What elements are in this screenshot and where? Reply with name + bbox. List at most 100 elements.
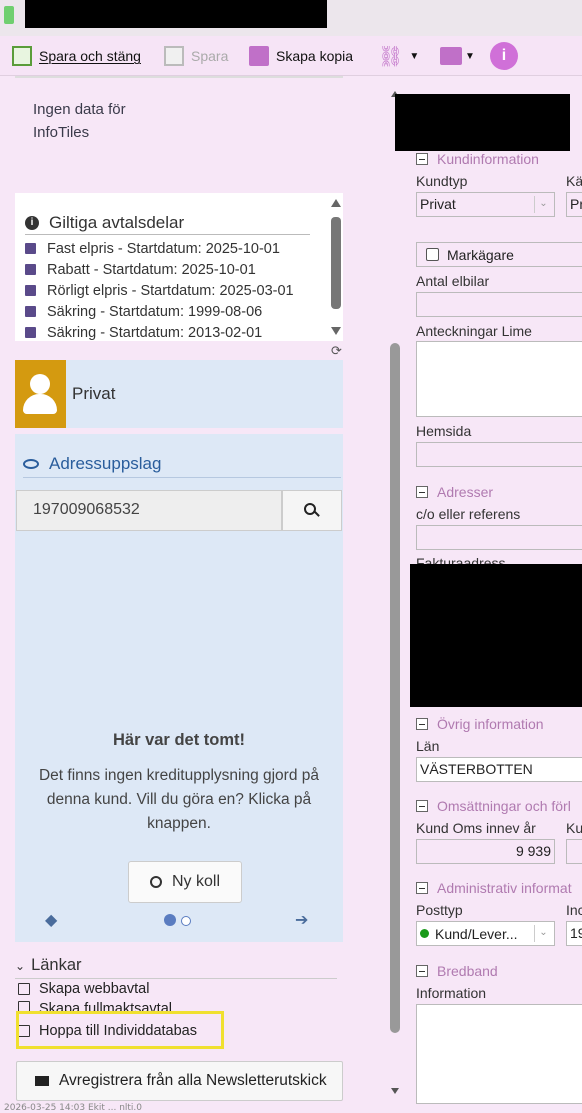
refresh-icon[interactable]: ⟳ [331,344,342,359]
kundtyp-select[interactable]: Privat ⌄ [416,192,555,217]
scroll-thumb[interactable] [390,343,400,1033]
search-icon-handle [314,511,320,517]
info-button[interactable]: i [490,42,518,70]
section-title: Kundinformation [437,151,539,167]
avtal-item[interactable]: Säkring - Startdatum: 1999-08-06 [25,301,294,322]
kal-select[interactable]: Pr [566,192,582,217]
chevron-down-icon: ▼ [409,50,420,62]
avtal-item[interactable]: Säkring - Startdatum: 2013-02-01 [25,322,294,343]
status-text: 2026-03-25 14:03 Ekit ... nlti.0 [4,1103,143,1113]
posttyp-select[interactable]: Kund/Lever... ⌄ [416,921,555,946]
avtal-title: i Giltiga avtalsdelar [25,213,184,233]
antal-elbilar-input[interactable] [416,292,582,317]
newsletter-unsubscribe-button[interactable]: Avregistrera från alla Newsletterutskick [16,1061,343,1101]
ny-koll-label: Ny koll [171,873,220,890]
adress-title: Adressuppslag [23,454,161,474]
avtal-title-text: Giltiga avtalsdelar [49,213,185,232]
kund-oms-input[interactable]: 9 939 [416,839,555,864]
lankar-title[interactable]: ⌄ Länkar [15,956,82,975]
carousel-dot[interactable] [181,916,192,926]
eye-icon [23,459,39,469]
section-bredband[interactable]: Bredband [416,963,498,979]
avtal-item-label: Säkring - Startdatum: 2013-02-01 [47,324,263,341]
antal-elbilar-label: Antal elbilar [416,273,490,289]
redacted-area [410,564,582,707]
left-panel: Ingen data för InfoTiles i Giltiga avtal… [15,76,343,1113]
next-arrow-icon[interactable]: ➔ [295,910,308,929]
collapse-icon [416,965,428,977]
carousel-dot-active[interactable] [164,914,176,926]
lankar-title-text: Länkar [31,956,82,974]
save-icon [12,46,32,66]
document-icon [25,327,36,338]
title-bar [0,0,582,36]
avtal-item[interactable]: Fast elpris - Startdatum: 2025-10-01 [25,238,294,259]
empty-text: Det finns ingen kreditupplysning gjord p… [38,767,320,832]
search-button[interactable] [282,490,342,531]
scroll-up-icon[interactable] [331,199,341,207]
collapse-icon [416,882,428,894]
markagare-checkbox-row[interactable]: Markägare [416,242,582,267]
ku-input[interactable] [566,839,582,864]
link-label: Skapa webbavtal [39,981,150,997]
outlook-icon [440,47,462,65]
kund-oms-label: Kund Oms innev år [416,820,536,836]
avtal-item[interactable]: Rabatt - Startdatum: 2025-10-01 [25,259,294,280]
ny-koll-button[interactable]: Ny koll [128,861,242,903]
envelope-icon [35,1076,49,1086]
co-label: c/o eller referens [416,506,521,522]
avtal-item[interactable]: Rörligt elpris - Startdatum: 2025-03-01 [25,280,294,301]
lan-value: VÄSTERBOTTEN [420,761,533,777]
information-textarea[interactable] [416,1004,582,1104]
avtal-item-label: Rabatt - Startdatum: 2025-10-01 [47,261,256,278]
anteckningar-textarea[interactable] [416,341,582,417]
scroll-down-icon[interactable] [331,327,341,335]
link-dropdown-button[interactable]: ⛓ ▼ [378,44,419,68]
fakturaadress-label: Fakturaadress [416,555,506,564]
document-icon [25,264,36,275]
save-button[interactable]: Spara [164,44,228,68]
external-link-icon [18,983,30,995]
co-input[interactable] [416,525,582,550]
avatar [15,360,66,428]
divider [25,234,310,235]
section-kundinformation[interactable]: Kundinformation [416,151,539,167]
status-bar: 2026-03-25 14:03 Ekit ... nlti.0 [0,1103,582,1113]
search-input[interactable]: 197009068532 [16,490,282,531]
adress-title-text: Adressuppslag [49,454,162,473]
outlook-dropdown-button[interactable]: ▼ [440,44,475,68]
copy-icon [249,46,269,66]
link-icon: ⛓ [378,45,404,68]
section-administrativ[interactable]: Administrativ informat [416,880,572,896]
copy-button[interactable]: Skapa kopia [249,44,353,68]
chevron-down-icon: ⌄ [534,196,552,213]
info-icon: i [490,42,518,70]
scroll-down-icon[interactable] [391,1088,399,1094]
avtal-item-label: Fast elpris - Startdatum: 2025-10-01 [47,240,280,257]
section-omsattningar[interactable]: Omsättningar och förl [416,798,571,814]
redacted-title [25,0,327,28]
save-close-button[interactable]: Spara och stäng [12,44,141,68]
person-icon-body [23,394,57,414]
avtal-scrollbar[interactable] [329,199,343,339]
ind-label: Inc [566,902,582,918]
prev-arrow-icon[interactable]: ◆ [45,910,57,929]
lan-input[interactable]: VÄSTERBOTTEN [416,757,582,782]
document-icon [25,243,36,254]
main-scrollbar[interactable] [388,88,402,1102]
hemsida-input[interactable] [416,442,582,467]
kundtyp-value: Privat [420,196,456,212]
adress-panel: Adressuppslag 197009068532 Här var det t… [15,434,343,942]
section-ovrig[interactable]: Övrig information [416,716,544,732]
ind-input[interactable]: 19 [566,921,582,946]
avtal-panel: i Giltiga avtalsdelar Fast elpris - Star… [15,193,343,341]
save-label: Spara [191,48,229,64]
link-skapa-webbavtal[interactable]: Skapa webbavtal [18,981,149,997]
lan-label: Län [416,738,440,754]
section-adresser[interactable]: Adresser [416,484,493,500]
divider [23,477,341,478]
checkbox-icon[interactable] [426,248,439,261]
infotiles-panel: Ingen data för InfoTiles [15,76,343,188]
scroll-thumb[interactable] [331,217,341,309]
save-disabled-icon [164,46,184,66]
